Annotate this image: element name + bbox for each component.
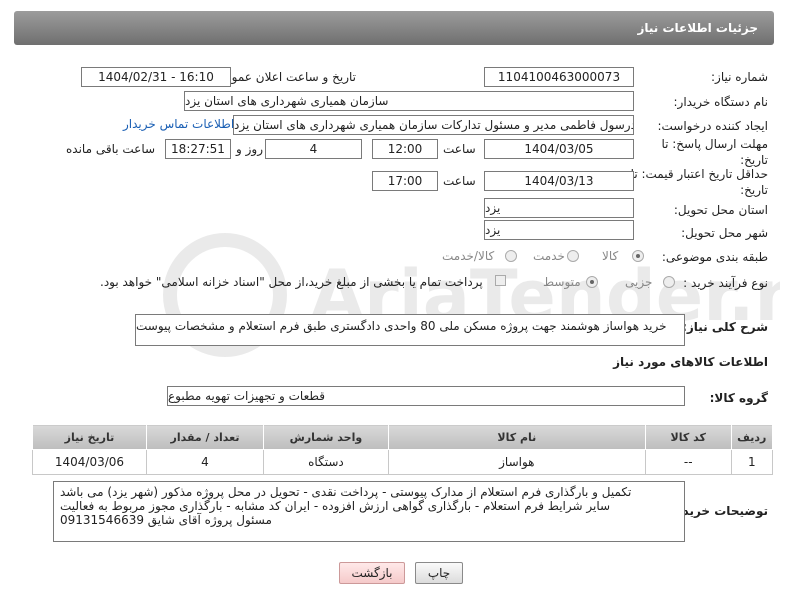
need-number-label: شماره نیاز: — [711, 70, 768, 84]
col-unit: واحد شمارش — [263, 424, 389, 450]
buyer-notes-line: تکمیل و بارگذاری فرم استعلام از مدارک پی… — [60, 485, 632, 499]
category-radio-both[interactable] — [505, 250, 517, 262]
days-field: 4 — [265, 139, 362, 159]
reply-deadline-label: مهلت ارسال پاسخ: تا تاریخ: — [661, 137, 768, 167]
goods-group-label: گروه کالا: — [709, 391, 768, 405]
col-name: نام کالا — [387, 424, 646, 450]
category-option-service: خدمت — [533, 249, 565, 263]
process-label: نوع فرآیند خرید : — [683, 276, 768, 290]
announce-field: 1404/02/31 - 16:10 — [81, 67, 231, 87]
remaining-label: ساعت باقی مانده — [66, 142, 156, 156]
cell-unit: دستگاه — [263, 449, 389, 475]
buyer-org-field: سازمان همیاری شهرداری های استان یزد — [184, 91, 634, 111]
category-radio-goods[interactable] — [632, 250, 644, 262]
category-option-goods: کالا — [602, 249, 619, 263]
process-radio-minor[interactable] — [663, 276, 675, 288]
category-option-both: کالا/خدمت — [442, 249, 495, 263]
price-validity-label: حداقل تاریخ اعتبار قیمت: تا تاریخ: — [630, 167, 768, 197]
price-time-field: 17:00 — [372, 171, 438, 191]
city-label: شهر محل تحویل: — [681, 226, 768, 240]
city-field: یزد — [484, 220, 634, 240]
buyer-notes-line: مسئول پروژه آقای شایق 09131546639 — [60, 513, 272, 527]
goods-group-field: قطعات و تجهیزات تهویه مطبوع — [167, 386, 685, 406]
days-label: روز و — [236, 142, 263, 156]
price-date-field: 1404/03/13 — [484, 171, 634, 191]
print-button[interactable]: چاپ — [415, 562, 463, 584]
requester-field: سیدرسول فاطمی مدیر و مسئول تدارکات سازما… — [233, 115, 634, 135]
buyer-notes-line: سایر شرایط فرم استعلام - بارگذاری گواهی … — [60, 499, 611, 513]
remaining-time-field: 18:27:51 — [165, 139, 231, 159]
announce-label: تاریخ و ساعت اعلان عمومی: — [211, 70, 356, 84]
goods-table-header: ردیف کد کالا نام کالا واحد شمارش تعداد /… — [32, 424, 774, 450]
buyer-notes-field: تکمیل و بارگذاری فرم استعلام از مدارک پی… — [53, 481, 685, 542]
reply-time-label: ساعت — [443, 142, 476, 156]
buyer-org-label: نام دستگاه خریدار: — [673, 95, 769, 109]
panel-header: جزئیات اطلاعات نیاز — [14, 11, 774, 45]
process-option-minor: جزیی — [625, 275, 653, 289]
col-date: تاریخ نیاز — [32, 424, 147, 450]
description-field: خرید هواساز هوشمند جهت پروژه مسکن ملی 80… — [135, 314, 685, 346]
reply-date-field: 1404/03/05 — [484, 139, 634, 159]
process-radio-medium[interactable] — [586, 276, 598, 288]
cell-row: 1 — [730, 449, 774, 475]
category-label: طبقه بندی موضوعی: — [661, 250, 768, 264]
treasury-checkbox[interactable] — [495, 275, 506, 286]
category-radio-service[interactable] — [567, 250, 579, 262]
reply-time-field: 12:00 — [372, 139, 438, 159]
province-label: استان محل تحویل: — [673, 203, 768, 217]
process-option-medium: متوسط — [543, 275, 581, 289]
cell-code: -- — [644, 449, 732, 475]
col-row: ردیف — [730, 424, 774, 450]
page-title: جزئیات اطلاعات نیاز — [637, 21, 758, 35]
description-label: شرح کلی نیاز: — [682, 320, 768, 334]
requester-label: ایجاد کننده درخواست: — [657, 119, 768, 133]
goods-section-title: اطلاعات کالاهای مورد نیاز — [613, 355, 768, 369]
province-field: یزد — [484, 198, 634, 218]
payment-note: پرداخت تمام یا بخشی از مبلغ خرید،از محل … — [100, 275, 483, 289]
buyer-contact-link[interactable]: اطلاعات تماس خریدار — [123, 117, 234, 131]
need-number-field: 1104100463000073 — [484, 67, 634, 87]
goods-table: ردیف کد کالا نام کالا واحد شمارش تعداد /… — [32, 424, 774, 475]
col-qty: تعداد / مقدار — [145, 424, 265, 450]
cell-qty: 4 — [145, 449, 265, 475]
back-button[interactable]: بازگشت — [339, 562, 405, 584]
col-code: کد کالا — [644, 424, 732, 450]
table-row: 1 -- هواساز دستگاه 4 1404/03/06 — [32, 449, 774, 475]
cell-name: هواساز — [387, 449, 646, 475]
cell-date: 1404/03/06 — [32, 449, 147, 475]
price-time-label: ساعت — [443, 174, 476, 188]
